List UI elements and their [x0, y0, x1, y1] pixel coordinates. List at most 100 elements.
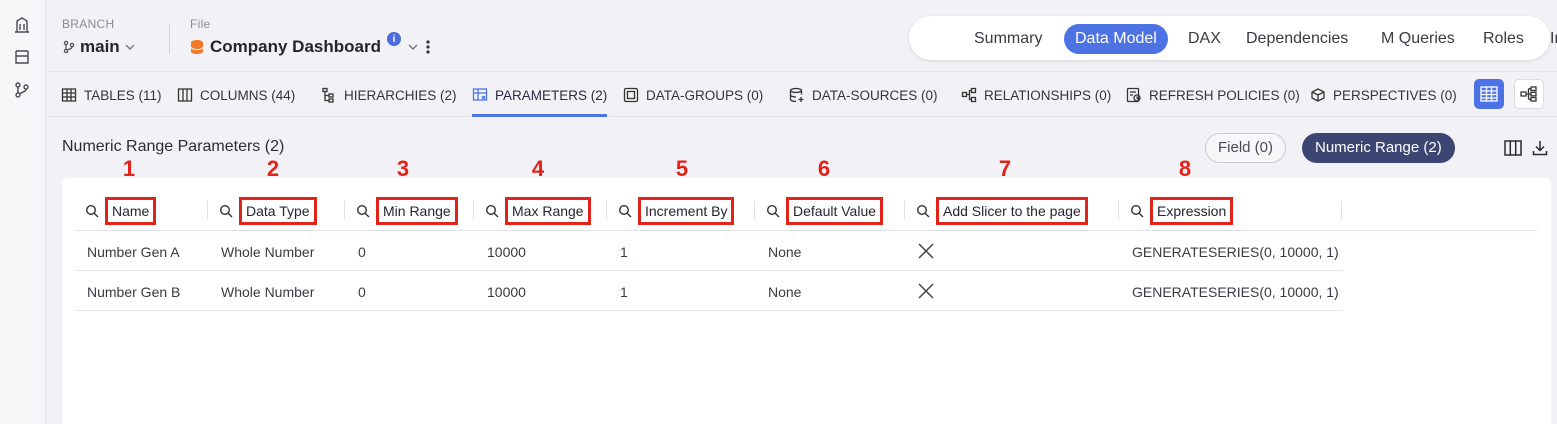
header-divider-line	[75, 230, 1537, 231]
database-icon	[789, 87, 804, 103]
column-header-min-range[interactable]: Min Range	[354, 195, 458, 227]
column-header-label: Max Range	[505, 197, 591, 225]
file-selector[interactable]: File Company Dashboard i	[190, 17, 430, 56]
column-number-annotation: 8	[1178, 156, 1192, 181]
columns-icon	[177, 88, 193, 102]
subtab-label: PERSPECTIVES (0)	[1333, 87, 1457, 103]
search-icon[interactable]	[217, 202, 235, 220]
diagram-view-button[interactable]	[1514, 79, 1544, 109]
cell-expression: GENERATESERIES(0, 10000, 1)	[1132, 284, 1339, 300]
download-icon[interactable]	[1530, 138, 1550, 158]
column-header-default-value[interactable]: Default Value	[764, 195, 884, 227]
file-label: File	[190, 17, 211, 31]
cell-default-value: None	[768, 244, 802, 260]
field-filter-pill[interactable]: Field (0)	[1205, 133, 1287, 163]
tab-dax[interactable]: DAX	[1177, 24, 1232, 54]
subtab-label: REFRESH POLICIES (0)	[1149, 87, 1300, 103]
subtab-refresh-policies[interactable]: REFRESH POLICIES (0)	[1126, 73, 1300, 117]
columns-toggle-icon[interactable]	[1503, 138, 1523, 158]
branch-label: BRANCH	[62, 17, 115, 31]
column-header-label: Min Range	[376, 197, 458, 225]
column-header-label: Add Slicer to the page	[936, 197, 1088, 225]
subtab-data-groups[interactable]: DATA-GROUPS (0)	[623, 73, 763, 117]
column-header-data-type[interactable]: Data Type	[217, 195, 317, 227]
column-number-annotation: 3	[396, 156, 410, 181]
chevron-down-icon	[408, 44, 418, 50]
subtab-label: PARAMETERS (2)	[495, 87, 608, 103]
column-divider[interactable]	[207, 201, 208, 219]
column-header-increment-by[interactable]: Increment By	[616, 195, 735, 227]
top-header: BRANCH main File Company Dashboard i Sum…	[47, 0, 1557, 72]
column-number-annotation: 5	[675, 156, 689, 181]
cell-data-type: Whole Number	[221, 244, 315, 260]
column-divider[interactable]	[1118, 201, 1119, 219]
search-icon[interactable]	[914, 202, 932, 220]
search-icon[interactable]	[483, 202, 501, 220]
subtab-label: COLUMNS (44)	[200, 87, 296, 103]
git-branch-icon	[63, 40, 75, 54]
tab-summary[interactable]: Summary	[963, 24, 1053, 54]
search-icon[interactable]	[1128, 202, 1146, 220]
column-number-annotation: 2	[266, 156, 280, 181]
table-icon	[61, 88, 77, 102]
more-options-icon[interactable]	[425, 39, 431, 55]
file-name: Company Dashboard	[210, 37, 381, 56]
column-header-label: Data Type	[239, 197, 317, 225]
header-divider	[169, 24, 170, 54]
branch-name: main	[80, 37, 120, 56]
database-icon[interactable]	[13, 48, 31, 66]
subtab-parameters[interactable]: PARAMETERS (2)	[472, 73, 608, 117]
subtab-perspectives[interactable]: PERSPECTIVES (0)	[1310, 73, 1457, 117]
search-icon[interactable]	[354, 202, 372, 220]
row-divider	[75, 310, 1342, 311]
column-divider[interactable]	[344, 201, 345, 219]
subtab-label: TABLES (11)	[84, 87, 162, 103]
subtab-label: HIERARCHIES (2)	[344, 87, 457, 103]
column-divider[interactable]	[473, 201, 474, 219]
hierarchy-icon	[322, 87, 334, 103]
cell-name: Number Gen B	[87, 284, 181, 300]
column-divider[interactable]	[754, 201, 755, 219]
column-divider[interactable]	[1341, 201, 1342, 219]
subtab-label: DATA-SOURCES (0)	[812, 87, 938, 103]
cell-name: Number Gen A	[87, 244, 180, 260]
search-icon[interactable]	[83, 202, 101, 220]
tab-dependencies[interactable]: Dependencies	[1235, 24, 1359, 54]
column-number-annotation: 4	[531, 156, 545, 181]
tab-m-queries[interactable]: M Queries	[1370, 24, 1466, 54]
view-tabs: Summary Data Model DAX Dependencies M Qu…	[909, 16, 1557, 60]
column-header-name[interactable]: Name	[83, 195, 157, 227]
building-icon[interactable]	[13, 16, 31, 34]
subtab-label: DATA-GROUPS (0)	[646, 87, 764, 103]
search-icon[interactable]	[616, 202, 634, 220]
row-divider	[75, 270, 1342, 271]
subtab-hierarchies[interactable]: HIERARCHIES (2)	[321, 73, 457, 117]
perspective-icon	[1311, 88, 1325, 102]
numeric-range-filter-pill[interactable]: Numeric Range (2)	[1302, 133, 1455, 163]
column-divider[interactable]	[606, 201, 607, 219]
column-header-add-slicer[interactable]: Add Slicer to the page	[914, 195, 1088, 227]
tab-roles[interactable]: Roles	[1472, 24, 1535, 54]
subtab-columns[interactable]: COLUMNS (44)	[177, 73, 295, 117]
section-title: Numeric Range Parameters (2)	[62, 138, 285, 155]
column-header-max-range[interactable]: Max Range	[483, 195, 591, 227]
cell-default-value: None	[768, 284, 802, 300]
data-groups-icon	[623, 87, 639, 103]
grid-view-button[interactable]	[1474, 79, 1504, 109]
git-branch-icon[interactable]	[13, 81, 31, 99]
tab-info[interactable]: Info	[1539, 24, 1557, 54]
column-divider[interactable]	[904, 201, 905, 219]
column-number-annotation: 1	[122, 156, 136, 181]
info-icon[interactable]: i	[386, 32, 401, 46]
cell-expression: GENERATESERIES(0, 10000, 1)	[1132, 244, 1339, 260]
search-icon[interactable]	[764, 202, 782, 220]
grid-icon	[1480, 86, 1498, 102]
cell-min-range: 0	[358, 284, 366, 300]
subtab-tables[interactable]: TABLES (11)	[61, 73, 162, 117]
subtab-relationships[interactable]: RELATIONSHIPS (0)	[961, 73, 1111, 117]
branch-selector[interactable]: BRANCH main	[62, 17, 135, 56]
subtab-data-sources[interactable]: DATA-SOURCES (0)	[789, 73, 938, 117]
column-header-expression[interactable]: Expression	[1128, 195, 1234, 227]
tab-data-model[interactable]: Data Model	[1064, 24, 1168, 54]
cell-increment-by: 1	[620, 244, 628, 260]
